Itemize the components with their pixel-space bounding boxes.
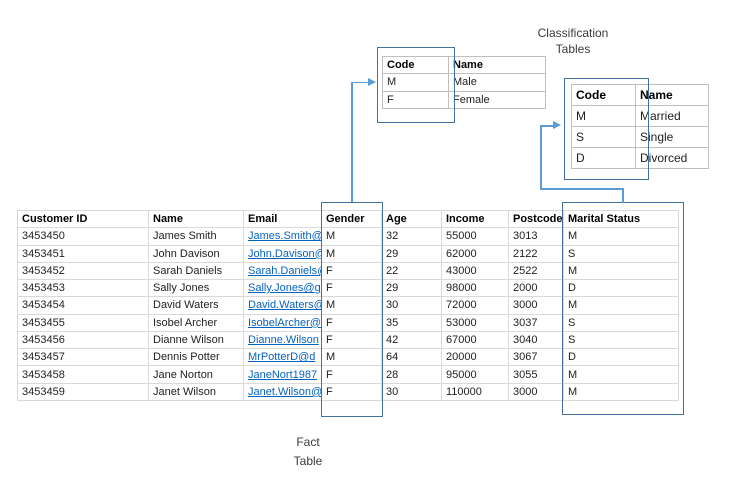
email-link[interactable]: Sally.Jones@g [248, 282, 321, 294]
fact-table-column-header: Name [149, 211, 244, 228]
fact-table-cell: James Smith [149, 228, 244, 245]
email-link[interactable]: JaneNort1987 [248, 369, 317, 381]
email-cell: John.Davison@ [244, 245, 322, 262]
marital-connector-vertical-line-upper [540, 125, 542, 189]
fact-table-cell: 62000 [442, 245, 509, 262]
fact-table-cell: Isobel Archer [149, 314, 244, 331]
gender-column-highlight-box [321, 202, 383, 417]
fact-table-cell: 3000 [509, 297, 564, 314]
fact-table-cell: 3067 [509, 349, 564, 366]
gender-table-cell: Female [449, 91, 546, 108]
fact-table-cell: 43000 [442, 262, 509, 279]
email-cell: Dianne.Wilson [244, 331, 322, 348]
fact-table-cell: Jane Norton [149, 366, 244, 383]
fact-table-cell: 98000 [442, 280, 509, 297]
fact-table-cell: 3037 [509, 314, 564, 331]
gender-table-highlight-box [377, 47, 455, 123]
email-link[interactable]: Dianne.Wilson [248, 334, 319, 346]
fact-table-cell: 3453454 [18, 297, 149, 314]
fact-table-column-header: Email [244, 211, 322, 228]
marital-connector-vertical-line-lower [622, 188, 624, 203]
email-link[interactable]: James.Smith@ [248, 230, 322, 242]
fact-table-cell: 95000 [442, 366, 509, 383]
fact-table-cell: 3453451 [18, 245, 149, 262]
fact-table-cell: 3453452 [18, 262, 149, 279]
fact-table-cell: 32 [382, 228, 442, 245]
fact-table-cell: 2122 [509, 245, 564, 262]
fact-table-cell: 2522 [509, 262, 564, 279]
fact-table-cell: 30 [382, 383, 442, 400]
email-cell: Sally.Jones@g [244, 280, 322, 297]
fact-table-cell: 20000 [442, 349, 509, 366]
fact-table-cell: 28 [382, 366, 442, 383]
gender-connector-horizontal-line [351, 82, 369, 84]
fact-label-line2: Table [258, 452, 358, 471]
gender-connector-arrowhead-icon [368, 78, 376, 86]
classification-label-line2: Tables [520, 41, 626, 57]
fact-table-cell: Dennis Potter [149, 349, 244, 366]
marital-connector-arrowhead-icon [553, 121, 561, 129]
fact-table-column-header: Age [382, 211, 442, 228]
fact-table-cell: 110000 [442, 383, 509, 400]
fact-table-cell: 3453453 [18, 280, 149, 297]
email-link[interactable]: Janet.Wilson@ [248, 386, 322, 398]
marital-table-highlight-box [564, 78, 649, 180]
fact-table-cell: Sally Jones [149, 280, 244, 297]
email-cell: James.Smith@ [244, 228, 322, 245]
fact-table-cell: Dianne Wilson [149, 331, 244, 348]
fact-label-line1: Fact [258, 433, 358, 452]
email-link[interactable]: John.Davison@ [248, 248, 322, 260]
fact-table-column-header: Income [442, 211, 509, 228]
fact-table-cell: 35 [382, 314, 442, 331]
fact-table-cell: 3453457 [18, 349, 149, 366]
email-link[interactable]: Sarah.Daniels@ [248, 265, 322, 277]
email-cell: MrPotterD@d [244, 349, 322, 366]
fact-table-cell: John Davison [149, 245, 244, 262]
fact-table-cell: 55000 [442, 228, 509, 245]
classification-label-line1: Classification [520, 25, 626, 41]
fact-table-label: Fact Table [258, 433, 358, 471]
marital-status-column-highlight-box [562, 202, 684, 415]
fact-table-column-header: Postcode [509, 211, 564, 228]
fact-table-cell: Janet Wilson [149, 383, 244, 400]
email-cell: IsobelArcher@ [244, 314, 322, 331]
fact-table-cell: 3453458 [18, 366, 149, 383]
fact-table-cell: 3000 [509, 383, 564, 400]
gender-table-cell: Male [449, 74, 546, 91]
fact-table-column-header: Customer ID [18, 211, 149, 228]
classification-tables-label: Classification Tables [520, 25, 626, 57]
gender-table-column-header: Name [449, 57, 546, 74]
email-cell: JaneNort1987 [244, 366, 322, 383]
fact-table-cell: 67000 [442, 331, 509, 348]
fact-table-cell: 3453456 [18, 331, 149, 348]
email-cell: Sarah.Daniels@ [244, 262, 322, 279]
fact-table-cell: 3013 [509, 228, 564, 245]
fact-table-cell: 22 [382, 262, 442, 279]
fact-table-cell: 53000 [442, 314, 509, 331]
fact-table-cell: 2000 [509, 280, 564, 297]
fact-table-cell: 72000 [442, 297, 509, 314]
fact-table-cell: 3453455 [18, 314, 149, 331]
fact-table-cell: 64 [382, 349, 442, 366]
fact-table-cell: David Waters [149, 297, 244, 314]
gender-connector-vertical-line [351, 82, 353, 202]
email-cell: David.Waters@ [244, 297, 322, 314]
fact-table-cell: 29 [382, 280, 442, 297]
email-link[interactable]: David.Waters@ [248, 299, 322, 311]
fact-table-cell: 3055 [509, 366, 564, 383]
fact-table-cell: Sarah Daniels [149, 262, 244, 279]
diagram-canvas: Classification Tables CodeNameMMaleFFema… [0, 0, 736, 495]
fact-table-cell: 29 [382, 245, 442, 262]
marital-connector-horizontal-line-bottom [540, 188, 624, 190]
fact-table-cell: 30 [382, 297, 442, 314]
email-link[interactable]: IsobelArcher@ [248, 317, 321, 329]
email-cell: Janet.Wilson@ [244, 383, 322, 400]
fact-table-cell: 3453450 [18, 228, 149, 245]
fact-table-cell: 42 [382, 331, 442, 348]
fact-table-cell: 3040 [509, 331, 564, 348]
fact-table-cell: 3453459 [18, 383, 149, 400]
email-link[interactable]: MrPotterD@d [248, 351, 315, 363]
